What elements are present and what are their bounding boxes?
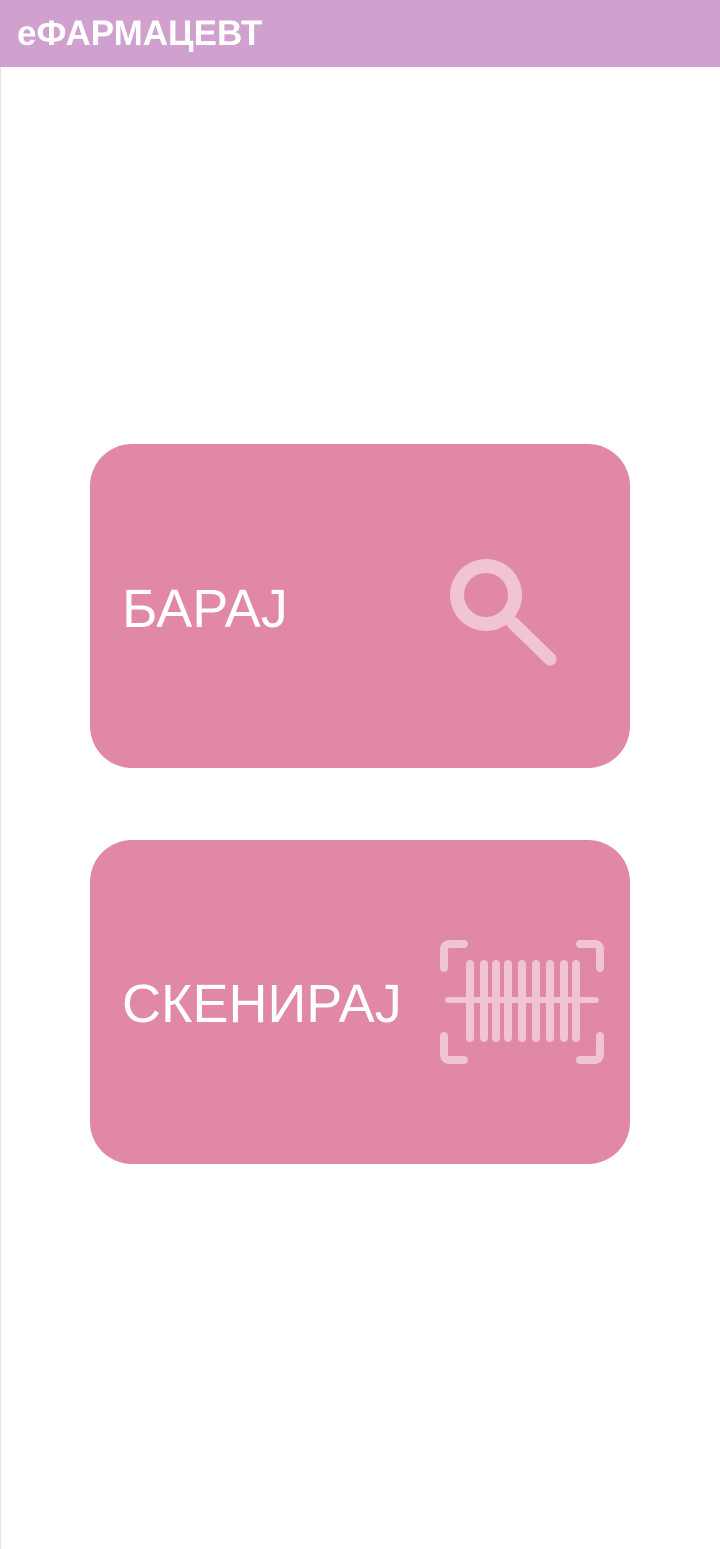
barcode-scan-icon <box>440 940 604 1064</box>
app-bar: еФАРМАЦЕВТ <box>0 0 720 67</box>
app-screen: еФАРМАЦЕВТ БАРАЈ СКЕНИРАЈ <box>0 0 720 1549</box>
scan-button-label: СКЕНИРАЈ <box>122 974 402 1034</box>
search-button[interactable]: БАРАЈ <box>90 444 630 768</box>
search-button-label: БАРАЈ <box>122 579 288 639</box>
app-title: еФАРМАЦЕВТ <box>17 14 263 53</box>
magnifier-icon <box>450 559 557 666</box>
scan-button[interactable]: СКЕНИРАЈ <box>90 840 630 1164</box>
screen-edge-divider <box>0 67 1 1549</box>
